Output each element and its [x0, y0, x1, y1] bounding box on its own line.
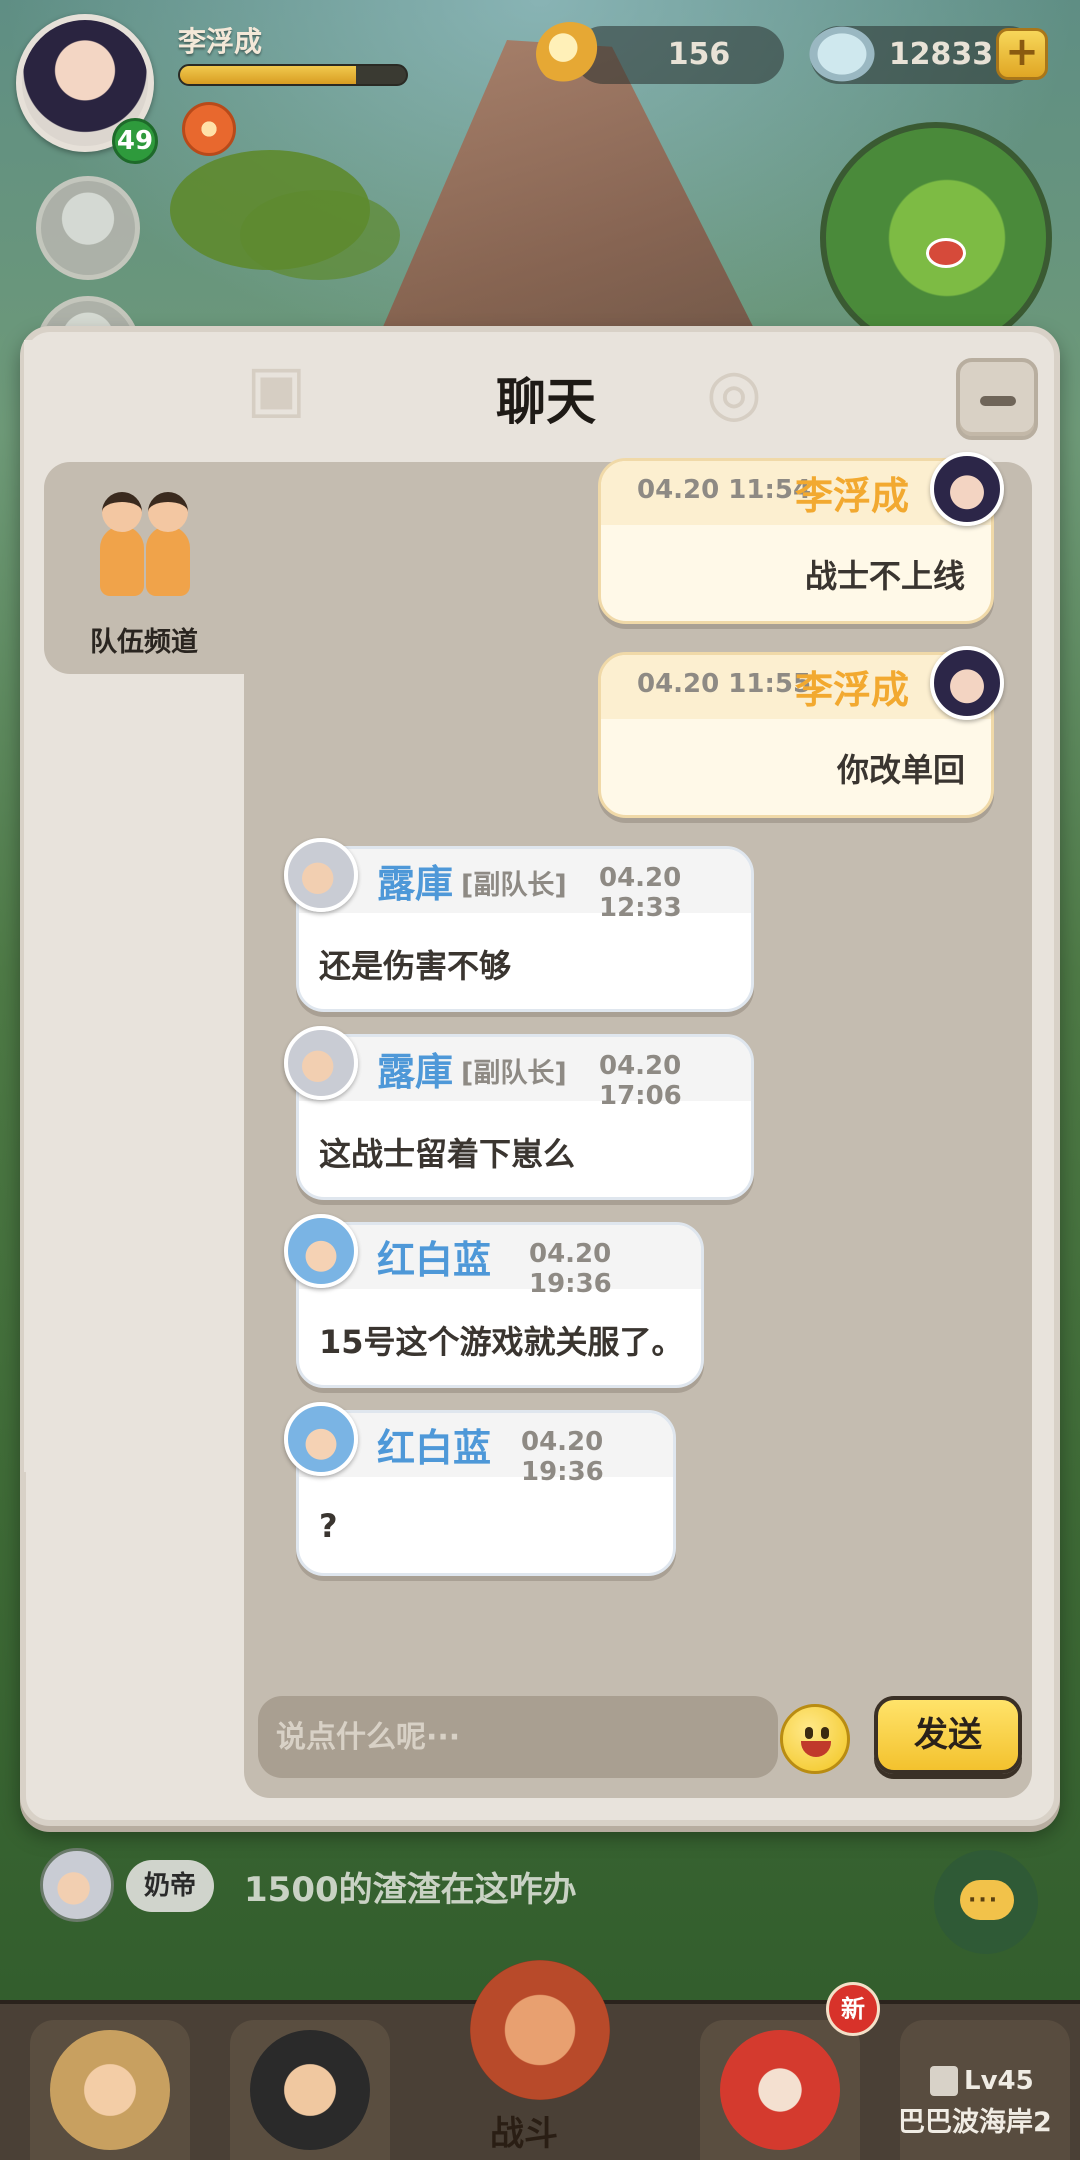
message-sender: 红白蓝 [377, 1426, 492, 1470]
nav-character-1[interactable] [30, 2020, 190, 2160]
message-bubble-other: 露庫 [副队长] 04.20 12:33 还是伤害不够 [296, 846, 754, 1012]
message-time: 04.20 17:06 [599, 1051, 682, 1111]
character-icon [50, 2030, 170, 2150]
message-text: 还是伤害不够 [319, 947, 512, 985]
message-time: 04.20 11:55 [637, 669, 812, 699]
team-channel-icon [96, 486, 196, 596]
new-badge: 新 [826, 1982, 880, 2036]
message-text: 战士不上线 [804, 557, 965, 595]
buff-icon[interactable] [182, 102, 236, 156]
sender-avatar[interactable] [284, 1026, 358, 1100]
message-time: 04.20 19:36 [529, 1239, 612, 1299]
emoji-icon [801, 1741, 831, 1757]
sender-role: [副队长] [461, 870, 567, 901]
emoji-button[interactable] [780, 1704, 850, 1774]
message-bubble-other: 露庫 [副队长] 04.20 17:06 这战士留着下崽么 [296, 1034, 754, 1200]
sender-avatar[interactable] [284, 1402, 358, 1476]
player-name: 李浮成 [178, 25, 263, 58]
message-sender: 露庫 [377, 1050, 454, 1094]
shell-currency-icon [536, 22, 604, 86]
world-chat-message[interactable]: 1500的渣渣在这咋办 [244, 1862, 577, 1911]
minimize-button[interactable] [956, 358, 1038, 440]
world-chat-button[interactable]: ··· [934, 1850, 1038, 1954]
minimap[interactable] [820, 122, 1052, 354]
nav-battle-label: 战斗 [490, 2114, 558, 2154]
world-chat-sender-tag: 奶帝 [126, 1860, 215, 1912]
message-sender: 李浮成 [795, 474, 910, 518]
minimize-icon [980, 396, 1016, 406]
message-text: 这战士留着下崽么 [319, 1135, 576, 1173]
message-time: 04.20 11:54 [637, 475, 812, 505]
teammate-avatar[interactable] [36, 176, 140, 280]
sender-role: [副队长] [461, 1058, 567, 1089]
character-icon [250, 2030, 370, 2150]
message-sender: 红白蓝 [377, 1238, 492, 1282]
nav-pet[interactable] [700, 2020, 860, 2160]
message-sender: 露庫 [377, 862, 454, 906]
locked-level-label: Lv45 [964, 2066, 1034, 2096]
xp-bar-fill [180, 66, 357, 84]
world-chat-avatar[interactable] [40, 1848, 114, 1922]
message-text: ? [319, 1507, 338, 1545]
send-button[interactable]: 发送 [874, 1696, 1022, 1774]
currency-1-counter: 156 [574, 26, 784, 84]
message-text: 你改单回 [836, 751, 965, 789]
message-time: 04.20 12:33 [599, 863, 682, 923]
xp-bar [178, 64, 408, 86]
background-palm [240, 190, 400, 280]
player-level-badge: 49 [112, 118, 158, 164]
nav-character-2[interactable] [230, 2020, 390, 2160]
lock-icon [930, 2066, 958, 2096]
sender-avatar[interactable] [284, 1214, 358, 1288]
add-currency-button[interactable]: + [996, 28, 1048, 80]
message-text: 15号这个游戏就关服了。 [319, 1323, 684, 1361]
sender-avatar[interactable] [930, 452, 1004, 526]
battle-mask-icon [470, 1960, 610, 2100]
stone-currency-icon [804, 22, 880, 86]
pet-icon [720, 2030, 840, 2150]
sender-avatar[interactable] [930, 646, 1004, 720]
team-channel-tab[interactable]: 队伍频道 [44, 462, 244, 674]
locked-map-name: 巴巴波海岸2 [898, 2107, 1052, 2138]
team-channel-label: 队伍频道 [90, 627, 198, 658]
sender-avatar[interactable] [284, 838, 358, 912]
chat-input[interactable] [258, 1696, 778, 1778]
message-sender: 李浮成 [795, 668, 910, 712]
message-time: 04.20 19:36 [521, 1427, 604, 1487]
minimap-player-marker [926, 238, 966, 268]
